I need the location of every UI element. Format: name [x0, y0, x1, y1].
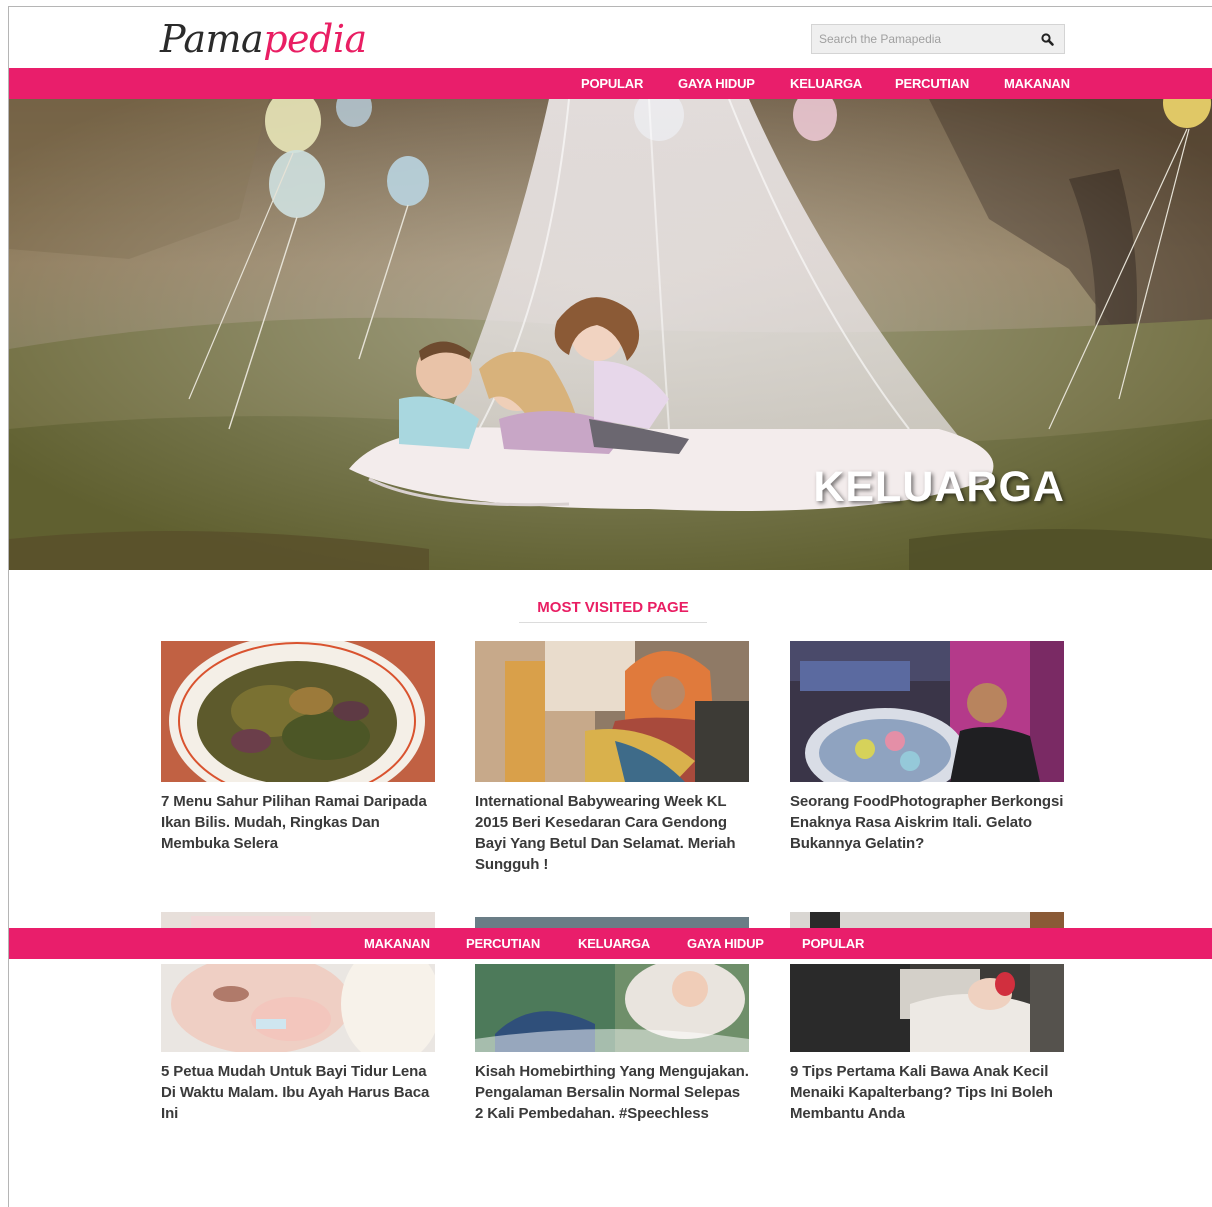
article-thumbnail[interactable]	[161, 964, 435, 1052]
logo-text-dark: Pama	[160, 17, 264, 61]
nav-item-gaya-hidup[interactable]: GAYA HIDUP	[687, 928, 764, 959]
nav-item-popular[interactable]: POPULAR	[581, 68, 643, 99]
logo-text-pink: pedia	[263, 17, 367, 61]
article-thumbnail[interactable]	[790, 964, 1064, 1052]
article-thumbnail[interactable]	[475, 641, 749, 782]
article-card[interactable]: International Babywearing Week KL 2015 B…	[475, 641, 749, 875]
nav-item-keluarga[interactable]: KELUARGA	[790, 68, 862, 99]
article-thumbnail-top[interactable]	[161, 912, 435, 928]
article-card[interactable]: 7 Menu Sahur Pilihan Ramai Daripada Ikan…	[161, 641, 435, 854]
search-input[interactable]	[812, 25, 1046, 53]
article-title[interactable]: 9 Tips Pertama Kali Bawa Anak Kecil Mena…	[790, 1061, 1064, 1124]
nav-item-gaya-hidup[interactable]: GAYA HIDUP	[678, 68, 755, 99]
hero-category-label[interactable]: KELUARGA	[813, 463, 1065, 512]
main-nav-bottom: MAKANAN PERCUTIAN KELUARGA GAYA HIDUP PO…	[9, 928, 1212, 959]
article-card[interactable]: Kisah Homebirthing Yang Mengujakan. Peng…	[475, 964, 749, 1124]
article-title[interactable]: Kisah Homebirthing Yang Mengujakan. Peng…	[475, 1061, 749, 1124]
section-title: MOST VISITED PAGE	[519, 599, 707, 623]
hero-banner[interactable]: KELUARGA	[9, 99, 1212, 570]
page-frame: Pamapedia POPULAR GAYA HIDUP KELUARGA PE…	[8, 6, 1212, 1207]
article-thumbnail[interactable]	[475, 964, 749, 1052]
nav-item-makanan[interactable]: MAKANAN	[364, 928, 430, 959]
article-card[interactable]: 5 Petua Mudah Untuk Bayi Tidur Lena Di W…	[161, 964, 435, 1124]
article-thumbnail-top[interactable]	[790, 912, 1064, 928]
main-nav-top: POPULAR GAYA HIDUP KELUARGA PERCUTIAN MA…	[9, 68, 1212, 99]
article-title[interactable]: International Babywearing Week KL 2015 B…	[475, 791, 749, 875]
nav-item-percutian[interactable]: PERCUTIAN	[895, 68, 969, 99]
nav-item-popular[interactable]: POPULAR	[802, 928, 864, 959]
site-logo[interactable]: Pamapedia	[160, 15, 367, 63]
article-thumbnail[interactable]	[790, 641, 1064, 782]
article-card[interactable]: Seorang FoodPhotographer Berkongsi Enakn…	[790, 641, 1064, 854]
nav-item-keluarga[interactable]: KELUARGA	[578, 928, 650, 959]
article-card[interactable]: 9 Tips Pertama Kali Bawa Anak Kecil Mena…	[790, 964, 1064, 1124]
search-box	[811, 24, 1065, 54]
article-title[interactable]: 7 Menu Sahur Pilihan Ramai Daripada Ikan…	[161, 791, 435, 854]
article-thumbnail-top[interactable]	[475, 912, 749, 928]
article-thumbnail[interactable]	[161, 641, 435, 782]
nav-item-makanan[interactable]: MAKANAN	[1004, 68, 1070, 99]
article-title[interactable]: 5 Petua Mudah Untuk Bayi Tidur Lena Di W…	[161, 1061, 435, 1124]
article-title[interactable]: Seorang FoodPhotographer Berkongsi Enakn…	[790, 791, 1064, 854]
search-icon[interactable]	[1040, 32, 1056, 48]
nav-item-percutian[interactable]: PERCUTIAN	[466, 928, 540, 959]
